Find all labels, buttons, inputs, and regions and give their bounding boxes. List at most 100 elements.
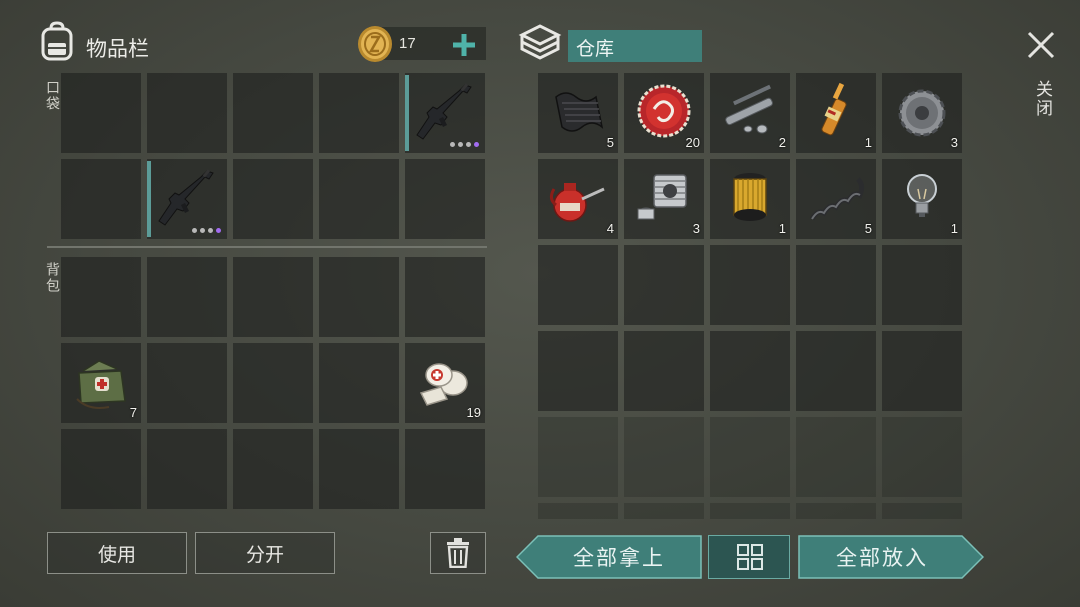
pipe-parts-icon xyxy=(725,84,773,134)
item-count: 1 xyxy=(778,221,786,236)
item-count: 2 xyxy=(778,135,786,150)
inventory-slot[interactable] xyxy=(882,503,962,519)
inventory-slot-light-bulb[interactable]: 1 xyxy=(882,159,962,239)
inventory-slot[interactable] xyxy=(61,257,141,337)
inventory-slot[interactable] xyxy=(624,245,704,325)
inventory-slot[interactable] xyxy=(538,417,618,497)
inventory-slot[interactable] xyxy=(882,417,962,497)
inventory-slot-rifle[interactable] xyxy=(405,73,485,153)
inventory-slot[interactable] xyxy=(796,417,876,497)
inventory-slot-rifle[interactable] xyxy=(147,159,227,239)
inventory-slot[interactable] xyxy=(796,331,876,411)
inventory-slot[interactable] xyxy=(538,503,618,519)
inventory-slot[interactable] xyxy=(538,331,618,411)
backpack-icon xyxy=(38,21,76,61)
inventory-slot[interactable] xyxy=(319,159,399,239)
inventory-slot-bottle-cap[interactable]: 20 xyxy=(624,73,704,153)
item-count: 19 xyxy=(466,405,481,420)
engine-cylinder-icon xyxy=(637,174,687,220)
use-button[interactable]: 使用 xyxy=(47,532,187,574)
item-count: 1 xyxy=(950,221,958,236)
add-coins-button[interactable] xyxy=(451,32,477,58)
inventory-slot[interactable] xyxy=(624,503,704,519)
inventory-slot[interactable] xyxy=(882,331,962,411)
bandage-icon xyxy=(419,363,468,406)
inventory-slot[interactable] xyxy=(624,331,704,411)
bottle-cap-icon xyxy=(637,84,691,138)
inventory-slot-medkit-bag[interactable]: 7 xyxy=(61,343,141,423)
inventory-slot[interactable] xyxy=(405,257,485,337)
item-count: 5 xyxy=(606,135,614,150)
inventory-slot[interactable] xyxy=(319,73,399,153)
coin-icon xyxy=(356,25,394,63)
section-divider xyxy=(47,246,487,248)
item-count: 4 xyxy=(606,221,614,236)
inventory-slot-oil-can[interactable]: 4 xyxy=(538,159,618,239)
inventory-slot[interactable] xyxy=(710,503,790,519)
delete-button[interactable] xyxy=(430,532,486,574)
put-all-label: 全部放入 xyxy=(836,546,928,570)
oil-filter-icon xyxy=(733,173,767,221)
inventory-slot[interactable] xyxy=(61,429,141,509)
inventory-slot[interactable] xyxy=(147,429,227,509)
pocket-label: 口袋 xyxy=(44,80,60,112)
inventory-slot-oil-filter[interactable]: 1 xyxy=(710,159,790,239)
close-label[interactable]: 关闭 xyxy=(1030,80,1055,118)
item-count: 7 xyxy=(129,405,137,420)
inventory-slot[interactable] xyxy=(796,503,876,519)
inventory-slot[interactable] xyxy=(538,245,618,325)
inventory-slot[interactable] xyxy=(319,429,399,509)
inventory-slot[interactable] xyxy=(233,429,313,509)
close-icon xyxy=(1027,31,1055,59)
inventory-slot[interactable] xyxy=(233,159,313,239)
item-count: 1 xyxy=(864,135,872,150)
inventory-slot-carbon-fabric[interactable]: 5 xyxy=(538,73,618,153)
inventory-slot[interactable] xyxy=(61,73,141,153)
inventory-slot[interactable] xyxy=(710,331,790,411)
inventory-slot[interactable] xyxy=(710,417,790,497)
inventory-slot[interactable] xyxy=(147,257,227,337)
inventory-slot[interactable] xyxy=(319,343,399,423)
trash-icon xyxy=(447,538,469,568)
inventory-slot[interactable] xyxy=(233,257,313,337)
inventory-slot[interactable] xyxy=(710,245,790,325)
put-all-button[interactable]: 全部放入 xyxy=(798,535,984,579)
inventory-slot-spring[interactable]: 5 xyxy=(796,159,876,239)
inventory-slot[interactable] xyxy=(61,159,141,239)
inventory-slot[interactable] xyxy=(319,257,399,337)
inventory-slot[interactable] xyxy=(796,245,876,325)
light-bulb-icon xyxy=(907,174,937,217)
inventory-slot-bandage[interactable]: 19 xyxy=(405,343,485,423)
inventory-slot[interactable] xyxy=(233,343,313,423)
inventory-slot-ampoule[interactable]: 1 xyxy=(796,73,876,153)
sort-button[interactable] xyxy=(708,535,790,579)
inventory-slot[interactable] xyxy=(147,343,227,423)
item-count: 3 xyxy=(950,135,958,150)
medkit-bag-icon xyxy=(76,360,126,409)
inventory-slot[interactable] xyxy=(882,245,962,325)
inventory-slot-gear[interactable]: 3 xyxy=(882,73,962,153)
inventory-slot[interactable] xyxy=(233,73,313,153)
item-count: 20 xyxy=(685,135,700,150)
inventory-slot[interactable] xyxy=(624,417,704,497)
storage-title: 仓库 xyxy=(576,38,615,60)
oil-can-icon xyxy=(549,183,605,222)
inventory-title: 物品栏 xyxy=(86,37,149,61)
rarity-dots xyxy=(450,142,479,147)
equipped-marker xyxy=(405,75,409,151)
equipped-marker xyxy=(147,161,151,237)
item-count: 3 xyxy=(692,221,700,236)
inventory-slot[interactable] xyxy=(147,73,227,153)
split-button[interactable]: 分开 xyxy=(195,532,335,574)
grid-sort-icon xyxy=(737,544,763,570)
rifle-icon xyxy=(416,83,472,140)
plus-icon xyxy=(453,34,475,56)
take-all-button[interactable]: 全部拿上 xyxy=(516,535,702,579)
ampoule-icon xyxy=(821,82,847,136)
inventory-slot-pipe-parts[interactable]: 2 xyxy=(710,73,790,153)
close-button[interactable] xyxy=(1026,30,1056,60)
take-all-label: 全部拿上 xyxy=(573,546,665,570)
inventory-slot-engine-cylinder[interactable]: 3 xyxy=(624,159,704,239)
inventory-slot[interactable] xyxy=(405,159,485,239)
inventory-slot[interactable] xyxy=(405,429,485,509)
